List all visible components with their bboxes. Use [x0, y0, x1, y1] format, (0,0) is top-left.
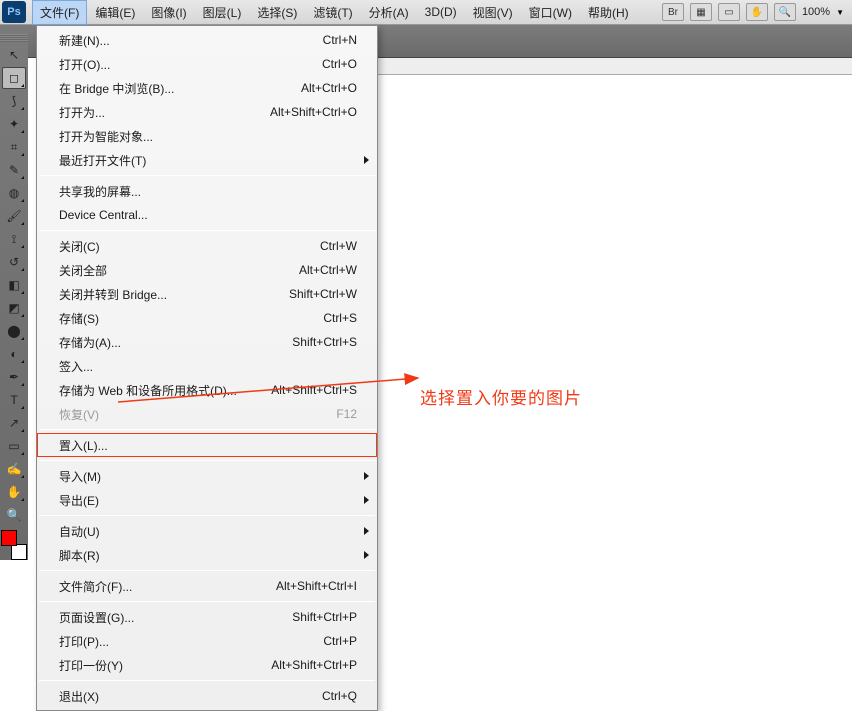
screen-mode-icon[interactable]: ▭ — [718, 3, 740, 21]
menu-layer[interactable]: 图层(L) — [195, 0, 250, 25]
menu-recent-files[interactable]: 最近打开文件(T) — [37, 148, 377, 172]
foreground-color[interactable] — [1, 530, 17, 546]
eyedropper-tool-icon[interactable]: ✎ — [2, 159, 26, 181]
menu-save[interactable]: 存储(S)Ctrl+S — [37, 306, 377, 330]
dodge-tool-icon[interactable]: ◐ — [2, 343, 26, 365]
menu-view[interactable]: 视图(V) — [465, 0, 521, 25]
menu-place[interactable]: 置入(L)... — [37, 433, 377, 457]
submenu-arrow-icon — [364, 156, 369, 164]
menu-automate[interactable]: 自动(U) — [37, 519, 377, 543]
menu-edit[interactable]: 编辑(E) — [87, 0, 143, 25]
menu-separator — [39, 601, 375, 602]
type-tool-icon[interactable]: T — [2, 389, 26, 411]
menubar-right: Br ▦ ▭ ✋ 🔍 100% ▼ — [662, 3, 852, 21]
submenu-arrow-icon — [364, 496, 369, 504]
wand-tool-icon[interactable]: ✦ — [2, 113, 26, 135]
menu-bar: Ps 文件(F) 编辑(E) 图像(I) 图层(L) 选择(S) 滤镜(T) 分… — [0, 0, 852, 25]
menu-device-central[interactable]: Device Central... — [37, 203, 377, 227]
annotation-text: 选择置入你要的图片 — [420, 384, 582, 409]
menu-filter[interactable]: 滤镜(T) — [305, 0, 360, 25]
toolbox: ↖ ◻ ⟆ ✦ ⌗ ✎ ◍ 🖌 ⟟ ↺ ◧ ◩ ⬤ ◐ ✒ T ↗ ▭ ✍ ✋ … — [0, 30, 28, 560]
menu-help[interactable]: 帮助(H) — [580, 0, 637, 25]
menu-window[interactable]: 窗口(W) — [521, 0, 580, 25]
photoshop-logo: Ps — [2, 1, 26, 23]
marquee-tool-icon[interactable]: ◻ — [2, 67, 26, 89]
grid-button-icon[interactable]: ▦ — [690, 3, 712, 21]
background-color[interactable] — [11, 544, 27, 560]
menu-browse-in-bridge[interactable]: 在 Bridge 中浏览(B)...Alt+Ctrl+O — [37, 76, 377, 100]
menu-separator — [39, 460, 375, 461]
menu-separator — [39, 175, 375, 176]
zoom-tool-icon[interactable]: 🔍 — [2, 504, 26, 526]
pen-tool-icon[interactable]: ✒ — [2, 366, 26, 388]
hand-tool-icon[interactable]: ✋ — [2, 481, 26, 503]
menu-close-all[interactable]: 关闭全部Alt+Ctrl+W — [37, 258, 377, 282]
menu-file[interactable]: 文件(F) — [32, 0, 87, 25]
move-tool-icon[interactable]: ↖ — [2, 44, 26, 66]
menu-separator — [39, 570, 375, 571]
menu-export[interactable]: 导出(E) — [37, 488, 377, 512]
path-tool-icon[interactable]: ↗ — [2, 412, 26, 434]
gradient-tool-icon[interactable]: ◩ — [2, 297, 26, 319]
annotation-arrow-icon — [118, 368, 428, 408]
menu-open-as[interactable]: 打开为...Alt+Shift+Ctrl+O — [37, 100, 377, 124]
toolbox-grip[interactable] — [0, 34, 28, 42]
brush-tool-icon[interactable]: 🖌 — [2, 205, 26, 227]
hand-button-icon[interactable]: ✋ — [746, 3, 768, 21]
menu-page-setup[interactable]: 页面设置(G)...Shift+Ctrl+P — [37, 605, 377, 629]
menu-separator — [39, 230, 375, 231]
bridge-button-icon[interactable]: Br — [662, 3, 684, 21]
rectangle-tool-icon[interactable]: ▭ — [2, 435, 26, 457]
zoom-button-icon[interactable]: 🔍 — [774, 3, 796, 21]
menu-separator — [39, 429, 375, 430]
menu-file-info[interactable]: 文件简介(F)...Alt+Shift+Ctrl+I — [37, 574, 377, 598]
menu-print-one[interactable]: 打印一份(Y)Alt+Shift+Ctrl+P — [37, 653, 377, 677]
crop-tool-icon[interactable]: ⌗ — [2, 136, 26, 158]
healing-tool-icon[interactable]: ◍ — [2, 182, 26, 204]
color-swatches[interactable] — [1, 530, 27, 560]
menu-import[interactable]: 导入(M) — [37, 464, 377, 488]
menu-image[interactable]: 图像(I) — [143, 0, 194, 25]
menu-new[interactable]: 新建(N)...Ctrl+N — [37, 28, 377, 52]
menu-open-as-smart[interactable]: 打开为智能对象... — [37, 124, 377, 148]
menu-save-as[interactable]: 存储为(A)...Shift+Ctrl+S — [37, 330, 377, 354]
menu-close-goto-bridge[interactable]: 关闭并转到 Bridge...Shift+Ctrl+W — [37, 282, 377, 306]
eraser-tool-icon[interactable]: ◧ — [2, 274, 26, 296]
zoom-level[interactable]: 100% — [802, 6, 830, 18]
menu-analysis[interactable]: 分析(A) — [361, 0, 417, 25]
menu-open[interactable]: 打开(O)...Ctrl+O — [37, 52, 377, 76]
submenu-arrow-icon — [364, 472, 369, 480]
menu-separator — [39, 680, 375, 681]
stamp-tool-icon[interactable]: ⟟ — [2, 228, 26, 250]
notes-tool-icon[interactable]: ✍ — [2, 458, 26, 480]
blur-tool-icon[interactable]: ⬤ — [2, 320, 26, 342]
menu-scripts[interactable]: 脚本(R) — [37, 543, 377, 567]
menu-share-screen[interactable]: 共享我的屏幕... — [37, 179, 377, 203]
submenu-arrow-icon — [364, 527, 369, 535]
menu-separator — [39, 515, 375, 516]
menu-print[interactable]: 打印(P)...Ctrl+P — [37, 629, 377, 653]
menu-exit[interactable]: 退出(X)Ctrl+Q — [37, 684, 377, 708]
menu-select[interactable]: 选择(S) — [249, 0, 305, 25]
zoom-dropdown-icon[interactable]: ▼ — [836, 8, 844, 17]
submenu-arrow-icon — [364, 551, 369, 559]
history-brush-tool-icon[interactable]: ↺ — [2, 251, 26, 273]
lasso-tool-icon[interactable]: ⟆ — [2, 90, 26, 112]
menu-3d[interactable]: 3D(D) — [417, 1, 465, 23]
menu-close[interactable]: 关闭(C)Ctrl+W — [37, 234, 377, 258]
